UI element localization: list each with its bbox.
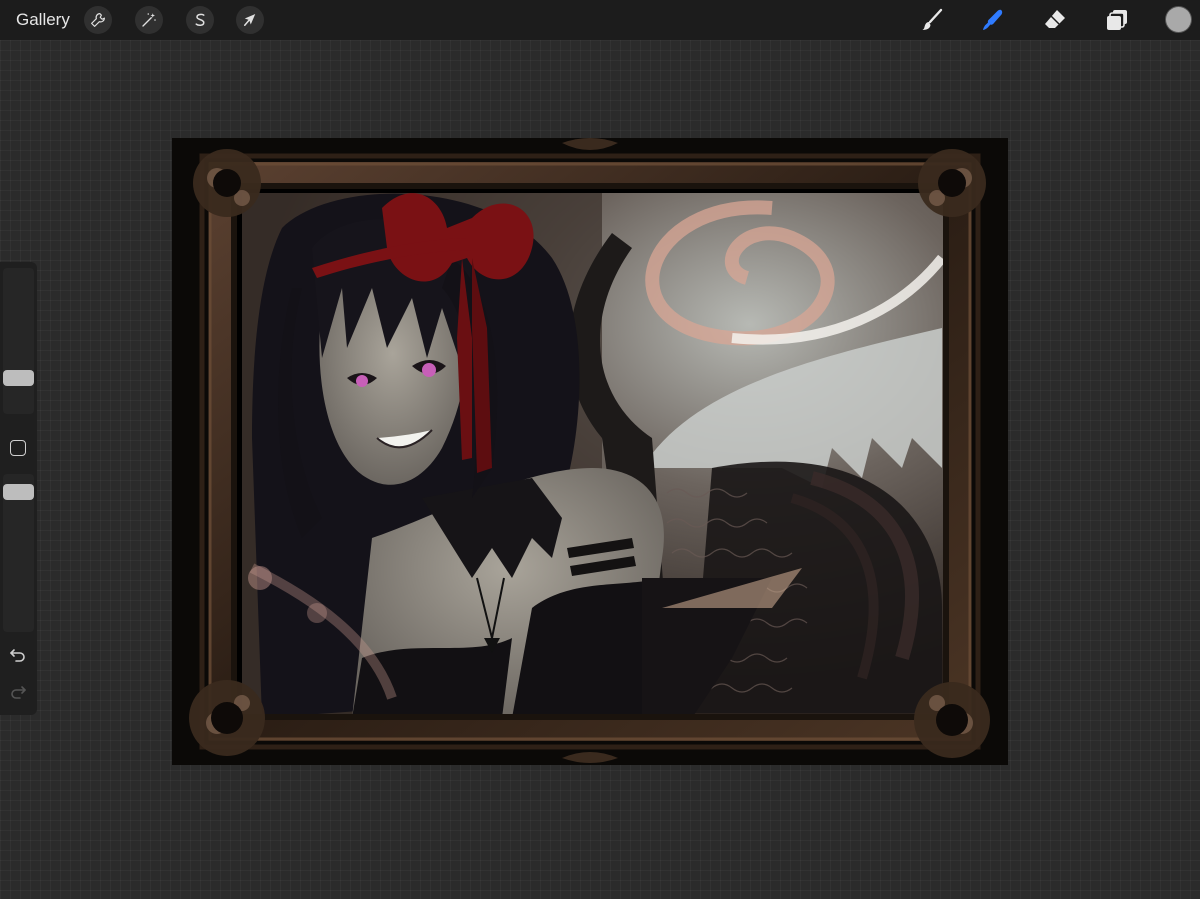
brush-icon: [922, 8, 943, 30]
magic-wand-icon: [142, 13, 156, 27]
color-picker-button[interactable]: [1166, 7, 1191, 32]
adjustments-button[interactable]: [135, 6, 163, 34]
transform-button[interactable]: [236, 6, 264, 34]
brush-size-slider[interactable]: [3, 268, 34, 414]
top-toolbar: Gallery: [0, 0, 1200, 40]
modify-button[interactable]: [10, 440, 26, 456]
selection-button[interactable]: [186, 6, 214, 34]
eraser-icon: [1045, 10, 1065, 28]
smudge-tool[interactable]: [978, 5, 1008, 35]
eraser-tool[interactable]: [1040, 5, 1070, 35]
redo-arrow-icon: [11, 686, 26, 699]
procreate-app: Gallery: [0, 0, 1200, 899]
layers-button[interactable]: [1102, 5, 1132, 35]
artwork-illustration: [172, 138, 1008, 765]
selection-s-icon: [195, 13, 205, 26]
wrench-icon: [91, 13, 105, 27]
left-sidebar: [0, 262, 37, 715]
undo-button[interactable]: [8, 645, 28, 665]
undo-arrow-icon: [10, 649, 25, 662]
smudge-finger-icon: [983, 9, 1003, 30]
gallery-button[interactable]: Gallery: [16, 9, 70, 31]
actions-button[interactable]: [84, 6, 112, 34]
paint-tool[interactable]: [917, 5, 947, 35]
arrow-cursor-icon: [244, 14, 256, 26]
layers-icon: [1107, 10, 1127, 30]
brush-size-handle[interactable]: [3, 370, 34, 386]
opacity-handle[interactable]: [3, 484, 34, 500]
drawing-canvas[interactable]: [172, 138, 1008, 765]
redo-button[interactable]: [8, 682, 28, 702]
